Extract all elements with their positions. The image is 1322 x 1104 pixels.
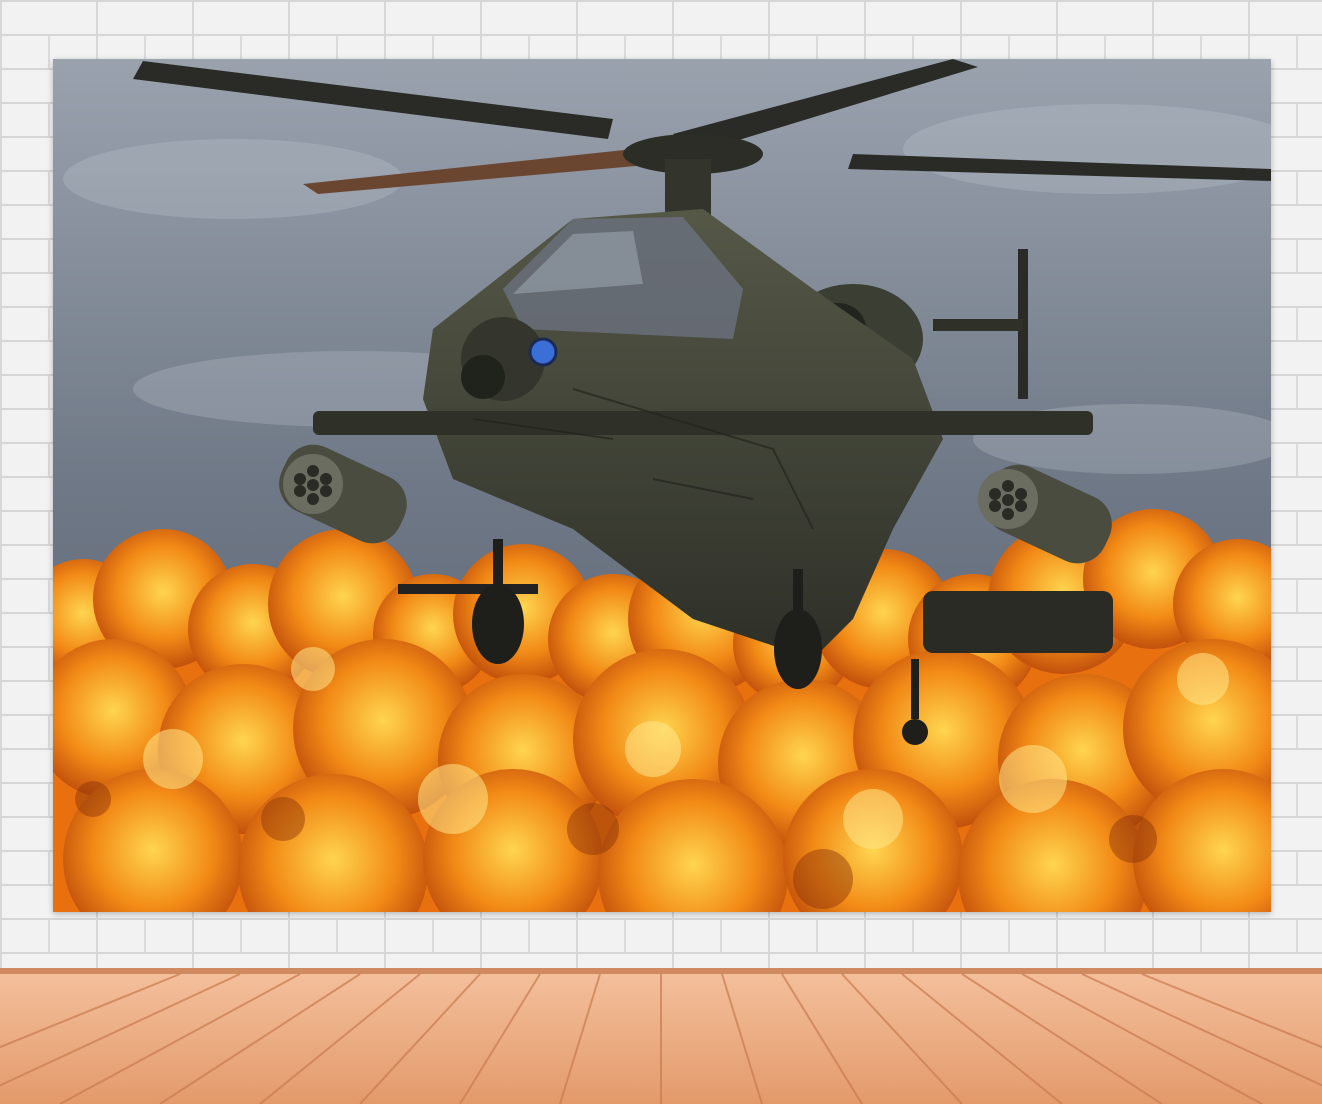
external-fuel-tank xyxy=(923,591,1113,653)
chain-gun xyxy=(398,584,538,594)
helicopter-backdrop-banner xyxy=(53,59,1271,912)
stub-wing xyxy=(313,411,1093,435)
wooden-floor xyxy=(0,968,1322,1104)
blue-sensor-lens xyxy=(528,337,558,367)
banner-artwork xyxy=(53,59,1271,912)
photo-backdrop-scene xyxy=(0,0,1322,1104)
floor-boards xyxy=(0,968,1322,1104)
